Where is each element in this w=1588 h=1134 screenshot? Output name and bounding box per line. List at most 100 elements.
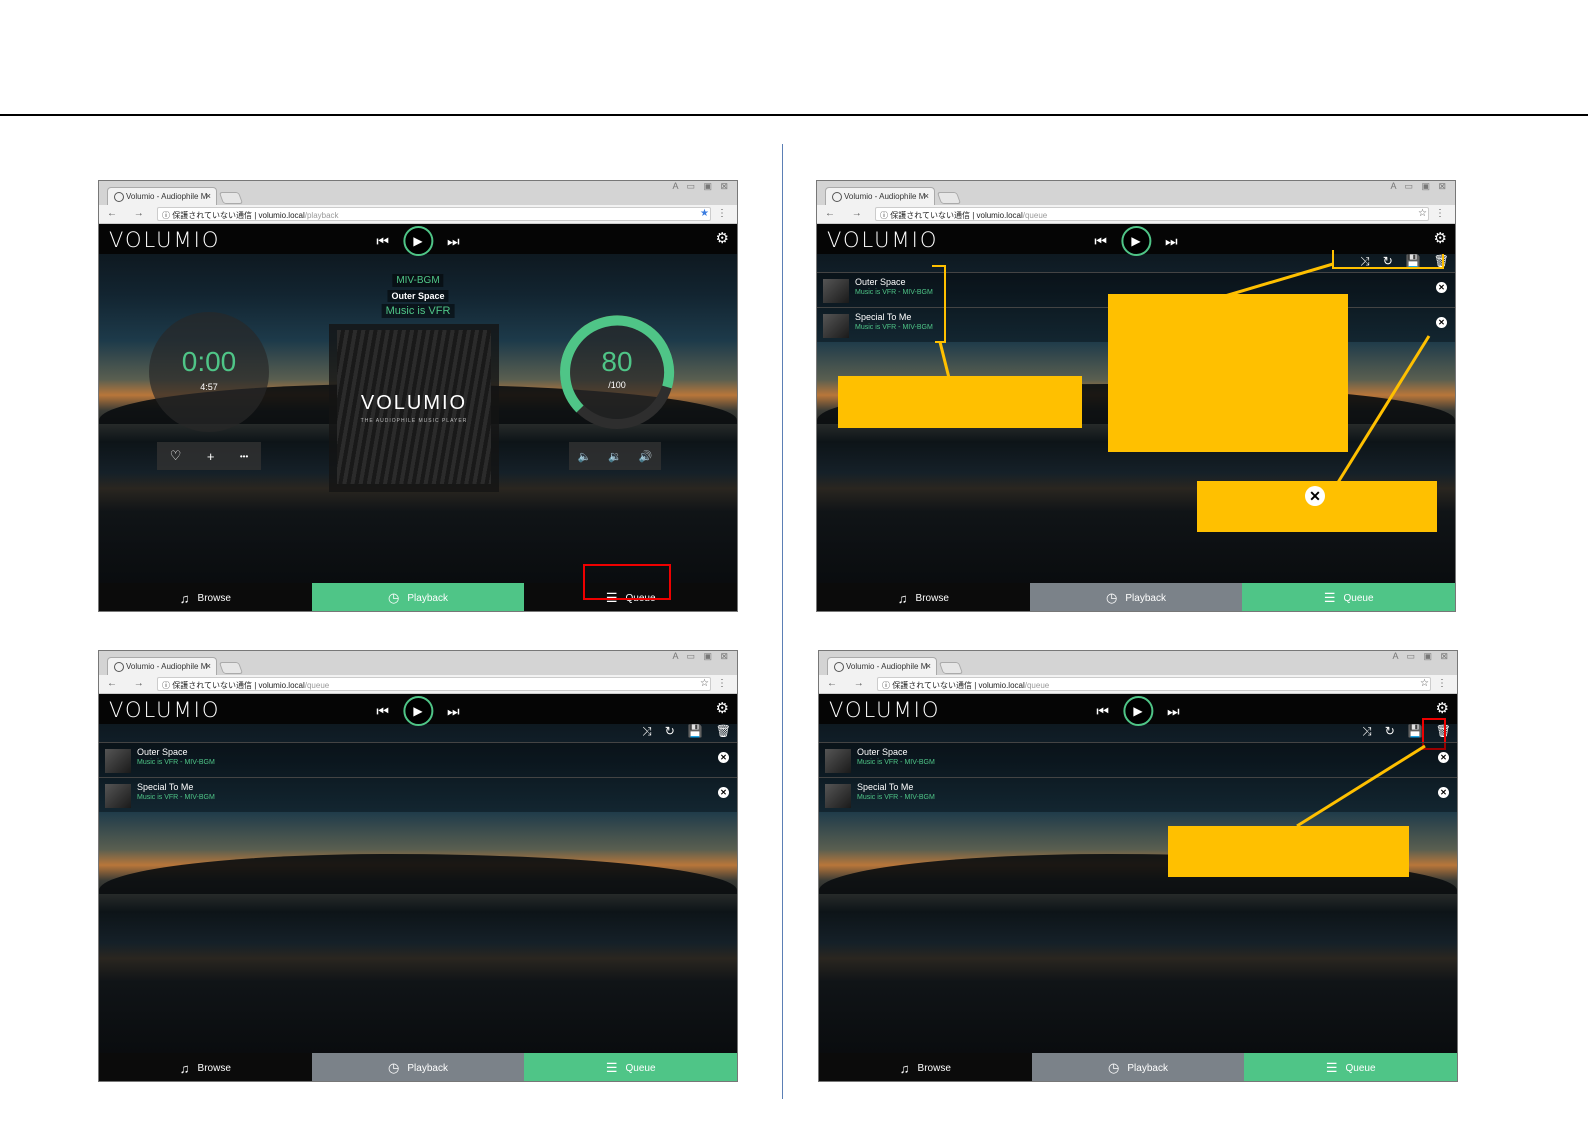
window-controls[interactable]: A ▭ ▣ ⊠ (672, 651, 731, 662)
tab-queue[interactable]: ☰ Queue (524, 1053, 737, 1081)
queue-item[interactable]: Outer Space Music is VFR - MIV-BGM ✕ (819, 742, 1457, 777)
previous-icon[interactable]: ⏮ (376, 703, 389, 720)
tab-queue[interactable]: ☰ Queue (1242, 583, 1455, 611)
track-thumbnail (825, 784, 851, 808)
tab-close-icon[interactable]: × (206, 661, 211, 671)
previous-icon[interactable]: ⏮ (1096, 703, 1109, 720)
tab-close-icon[interactable]: × (924, 191, 929, 201)
tab-browse[interactable]: ♫ Browse (817, 583, 1030, 611)
window-controls[interactable]: A ▭ ▣ ⊠ (672, 181, 731, 192)
time-dial[interactable]: 0:00 4:57 (149, 312, 269, 432)
remove-icon[interactable]: ✕ (1438, 787, 1449, 798)
bookmark-star-icon[interactable]: ★ (700, 208, 709, 219)
save-icon[interactable]: 💾 (688, 724, 703, 739)
tab-queue[interactable]: ☰ Queue (1244, 1053, 1457, 1081)
tab-playback[interactable]: ◷ Playback (311, 583, 525, 611)
more-icon[interactable]: ••• (240, 452, 248, 461)
browser-menu-icon[interactable]: ⋮ (717, 678, 727, 689)
mute-icon[interactable]: 🔈 (577, 450, 591, 463)
play-button[interactable]: ▶ (1123, 696, 1153, 726)
tab-playback[interactable]: ◷ Playback (311, 1053, 525, 1081)
play-button[interactable]: ▶ (403, 226, 433, 256)
cover-logo: VOLUMIO (360, 392, 468, 414)
settings-gear-icon[interactable]: ⚙ (716, 699, 729, 717)
add-icon[interactable]: + (207, 449, 215, 464)
window-controls[interactable]: A ▭ ▣ ⊠ (1392, 651, 1451, 662)
previous-icon[interactable]: ⏮ (1094, 233, 1107, 250)
browser-tab[interactable]: Volumio - Audiophile M × (107, 657, 217, 675)
tab-playback-label: Playback (407, 592, 448, 604)
list-icon: ☰ (1325, 1060, 1338, 1075)
new-tab-button[interactable] (218, 192, 244, 204)
tab-queue-label: Queue (1345, 1062, 1376, 1074)
queue-item-subtitle: Music is VFR - MIV-BGM (855, 289, 933, 296)
tab-browse[interactable]: ♫ Browse (99, 1053, 312, 1081)
tab-browse[interactable]: ♫ Browse (99, 583, 312, 611)
repeat-icon[interactable]: ↻ (1385, 724, 1395, 739)
queue-item[interactable]: Special To Me Music is VFR - MIV-BGM ✕ (819, 777, 1457, 812)
url-host: ⓘ 保護されていない通信 | volumio.local (162, 681, 305, 690)
tab-playback[interactable]: ◷ Playback (1029, 583, 1243, 611)
bookmark-star-icon[interactable]: ☆ (700, 678, 709, 689)
save-icon[interactable]: 💾 (1406, 254, 1421, 269)
bookmark-star-icon[interactable]: ☆ (1418, 208, 1427, 219)
new-tab-button[interactable] (936, 192, 962, 204)
track-actions: ♡ + ••• (157, 442, 261, 470)
trash-icon[interactable]: 🗑 (716, 724, 731, 739)
settings-gear-icon[interactable]: ⚙ (1436, 699, 1449, 717)
tab-title: Volumio - Audiophile M (126, 662, 208, 671)
tab-close-icon[interactable]: × (926, 661, 931, 671)
save-icon[interactable]: 💾 (1408, 724, 1423, 739)
next-icon[interactable]: ⏭ (447, 233, 460, 250)
tab-close-icon[interactable]: × (206, 191, 211, 201)
remove-icon[interactable]: ✕ (1436, 282, 1447, 293)
queue-item[interactable]: Special To Me Music is VFR - MIV-BGM ✕ (99, 777, 737, 812)
play-button[interactable]: ▶ (403, 696, 433, 726)
remove-icon[interactable]: ✕ (718, 787, 729, 798)
remove-icon[interactable]: ✕ (1436, 317, 1447, 328)
slide: Volumio - Audiophile M × A ▭ ▣ ⊠ ← → C ⓘ … (0, 0, 1588, 1134)
browser-tab[interactable]: Volumio - Audiophile M × (107, 187, 217, 205)
play-button[interactable]: ▶ (1121, 226, 1151, 256)
tab-playback[interactable]: ◷ Playback (1031, 1053, 1245, 1081)
volume-down-icon[interactable]: 🔉 (608, 450, 622, 463)
browser-menu-icon[interactable]: ⋮ (1437, 678, 1447, 689)
previous-icon[interactable]: ⏮ (376, 233, 389, 250)
address-bar[interactable]: ⓘ 保護されていない通信 | volumio.local/queue (157, 677, 711, 691)
next-icon[interactable]: ⏭ (447, 703, 460, 720)
track-thumbnail (105, 784, 131, 808)
repeat-icon[interactable]: ↻ (665, 724, 675, 739)
queue-item[interactable]: Outer Space Music is VFR - MIV-BGM ✕ (99, 742, 737, 777)
settings-gear-icon[interactable]: ⚙ (716, 229, 729, 247)
tab-browse[interactable]: ♫ Browse (819, 1053, 1032, 1081)
next-icon[interactable]: ⏭ (1167, 703, 1180, 720)
window-controls[interactable]: A ▭ ▣ ⊠ (1390, 181, 1449, 192)
shuffle-icon[interactable]: ⤨ (1360, 254, 1370, 269)
queue-item-subtitle: Music is VFR - MIV-BGM (857, 794, 935, 801)
volume-knob[interactable] (557, 312, 677, 432)
next-icon[interactable]: ⏭ (1165, 233, 1178, 250)
queue-item-subtitle: Music is VFR - MIV-BGM (857, 759, 935, 766)
trash-icon[interactable]: 🗑 (1434, 254, 1449, 269)
new-tab-button[interactable] (938, 662, 964, 674)
repeat-icon[interactable]: ↻ (1383, 254, 1393, 269)
browser-menu-icon[interactable]: ⋮ (1435, 208, 1445, 219)
remove-icon[interactable]: ✕ (718, 752, 729, 763)
shuffle-icon[interactable]: ⤨ (642, 724, 652, 739)
browser-tab[interactable]: Volumio - Audiophile M × (825, 187, 935, 205)
address-bar[interactable]: ⓘ 保護されていない通信 | volumio.local/queue (877, 677, 1431, 691)
bookmark-star-icon[interactable]: ☆ (1420, 678, 1429, 689)
settings-gear-icon[interactable]: ⚙ (1434, 229, 1447, 247)
new-tab-button[interactable] (218, 662, 244, 674)
volumio-app: VOLUMIO ⏮ ▶ ⏭ ⚙ MIV-BGM Outer Space Musi… (99, 224, 737, 611)
volume-up-icon[interactable]: 🔊 (639, 450, 653, 463)
queue-item-title: Outer Space (855, 277, 906, 287)
browser-tab[interactable]: Volumio - Audiophile M × (827, 657, 937, 675)
address-bar[interactable]: ⓘ 保護されていない通信 | volumio.local/playback (157, 207, 711, 221)
address-bar[interactable]: ⓘ 保護されていない通信 | volumio.local/queue (875, 207, 1429, 221)
favorite-heart-icon[interactable]: ♡ (170, 448, 182, 464)
queue-item-subtitle: Music is VFR - MIV-BGM (855, 324, 933, 331)
browser-menu-icon[interactable]: ⋮ (717, 208, 727, 219)
shuffle-icon[interactable]: ⤨ (1362, 724, 1372, 739)
remove-icon[interactable]: ✕ (1438, 752, 1449, 763)
